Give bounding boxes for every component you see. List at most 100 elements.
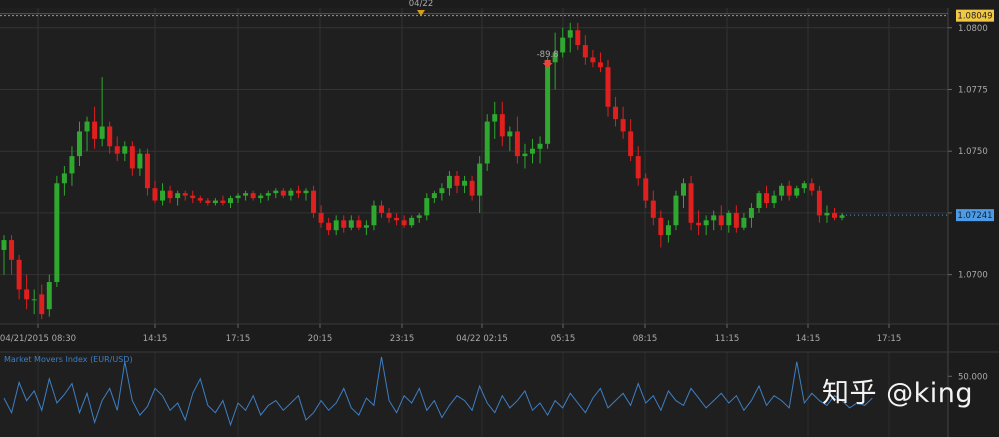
candle-down bbox=[650, 200, 656, 218]
candle-up bbox=[228, 198, 233, 204]
candle-up bbox=[439, 188, 445, 194]
candle-down bbox=[386, 212, 392, 218]
candle-down bbox=[590, 57, 596, 63]
candle-up bbox=[726, 212, 732, 226]
x-tick-label: 23:15 bbox=[390, 334, 415, 344]
candle-down bbox=[24, 289, 30, 300]
candle-up bbox=[46, 282, 52, 310]
candle-down bbox=[318, 212, 324, 223]
x-tick-label: 14:15 bbox=[143, 334, 168, 344]
candle-down bbox=[620, 119, 626, 132]
x-tick-label: 05:15 bbox=[551, 334, 576, 344]
candle-up bbox=[84, 121, 90, 132]
candle-up bbox=[673, 195, 679, 226]
candle-down bbox=[469, 180, 475, 196]
candle-up bbox=[537, 143, 543, 149]
x-tick-label: 17:15 bbox=[877, 334, 902, 344]
candle-down bbox=[613, 106, 619, 120]
high-price-badge: 1.08049 bbox=[957, 12, 992, 22]
candle-up bbox=[748, 207, 754, 218]
candle-down bbox=[341, 220, 347, 228]
candle-up bbox=[99, 126, 105, 139]
candle-up bbox=[54, 183, 60, 283]
candle-down bbox=[514, 131, 520, 157]
candle-up bbox=[703, 220, 709, 226]
candle-up bbox=[303, 190, 309, 194]
candle-up bbox=[839, 215, 845, 218]
candle-up bbox=[560, 37, 566, 53]
candle-down bbox=[628, 131, 634, 157]
candle-up bbox=[462, 180, 468, 186]
candle-up bbox=[235, 195, 241, 199]
candle-down bbox=[167, 190, 173, 199]
y-tick-label: 1.0800 bbox=[958, 24, 988, 34]
candle-up bbox=[681, 183, 686, 196]
candle-up bbox=[522, 153, 528, 157]
date-marker-label: 04/22 bbox=[409, 0, 434, 9]
candle-down bbox=[129, 146, 135, 169]
candle-up bbox=[779, 185, 785, 196]
watermark: 知乎 @king bbox=[822, 378, 973, 409]
y-tick-label: 1.0775 bbox=[958, 85, 988, 95]
candle-up bbox=[424, 198, 430, 216]
candle-down bbox=[643, 178, 649, 201]
candle-up bbox=[258, 195, 264, 199]
candle-up bbox=[409, 217, 415, 226]
candle-down bbox=[152, 188, 158, 201]
candle-up bbox=[741, 217, 747, 228]
candle-down bbox=[356, 220, 362, 228]
candle-down bbox=[39, 294, 45, 315]
candle-down bbox=[658, 217, 664, 236]
candle-up bbox=[137, 153, 143, 169]
candle-down bbox=[280, 190, 286, 196]
indicator-title: Market Movers Index (EUR/USD) bbox=[4, 355, 133, 364]
candle-up bbox=[160, 190, 166, 201]
candle-up bbox=[477, 163, 483, 196]
x-tick-label: 20:15 bbox=[308, 334, 333, 344]
candle-up bbox=[333, 220, 339, 231]
candle-up bbox=[175, 193, 181, 199]
candle-up bbox=[530, 148, 535, 154]
candle-up bbox=[61, 173, 67, 184]
candle-up bbox=[771, 195, 777, 204]
candle-down bbox=[197, 198, 203, 201]
x-tick-label: 11:15 bbox=[715, 334, 740, 344]
candle-down bbox=[379, 205, 384, 213]
candle-down bbox=[688, 183, 694, 223]
candle-up bbox=[801, 183, 807, 189]
candle-up bbox=[545, 62, 551, 144]
last-price-badge: 1.07241 bbox=[957, 211, 992, 221]
indicator-plot-background bbox=[0, 352, 948, 437]
candle-down bbox=[311, 190, 317, 213]
x-axis-ticks: 04/21/2015 08:30 14:15 17:15 20:15 23:15 04/2… bbox=[0, 324, 901, 344]
candle-up bbox=[824, 212, 830, 216]
candle-down bbox=[220, 200, 226, 204]
candle-down bbox=[605, 67, 611, 107]
candle-up bbox=[348, 220, 354, 228]
candle-up bbox=[77, 131, 82, 157]
candle-down bbox=[575, 30, 581, 46]
candle-down bbox=[764, 193, 770, 204]
x-tick-label: 04/21/2015 08:30 bbox=[0, 334, 76, 344]
candle-down bbox=[250, 193, 256, 199]
candle-down bbox=[326, 222, 332, 231]
candle-down bbox=[582, 45, 588, 58]
candle-up bbox=[446, 175, 452, 189]
x-tick-label: 08:15 bbox=[633, 334, 658, 344]
candle-up bbox=[371, 205, 377, 226]
candle-up bbox=[416, 215, 422, 218]
candle-up bbox=[492, 114, 498, 122]
candle-up bbox=[756, 193, 762, 208]
candle-down bbox=[182, 193, 188, 196]
candle-up bbox=[273, 190, 279, 194]
candle-up bbox=[122, 146, 128, 154]
candle-down bbox=[190, 195, 196, 199]
candle-down bbox=[394, 217, 400, 221]
candle-up bbox=[69, 156, 75, 174]
candle-up bbox=[363, 225, 369, 228]
candle-down bbox=[733, 212, 739, 228]
candle-up bbox=[567, 30, 573, 38]
y-tick-label: 1.0750 bbox=[958, 147, 988, 157]
candle-down bbox=[809, 183, 815, 191]
candle-down bbox=[816, 190, 822, 216]
